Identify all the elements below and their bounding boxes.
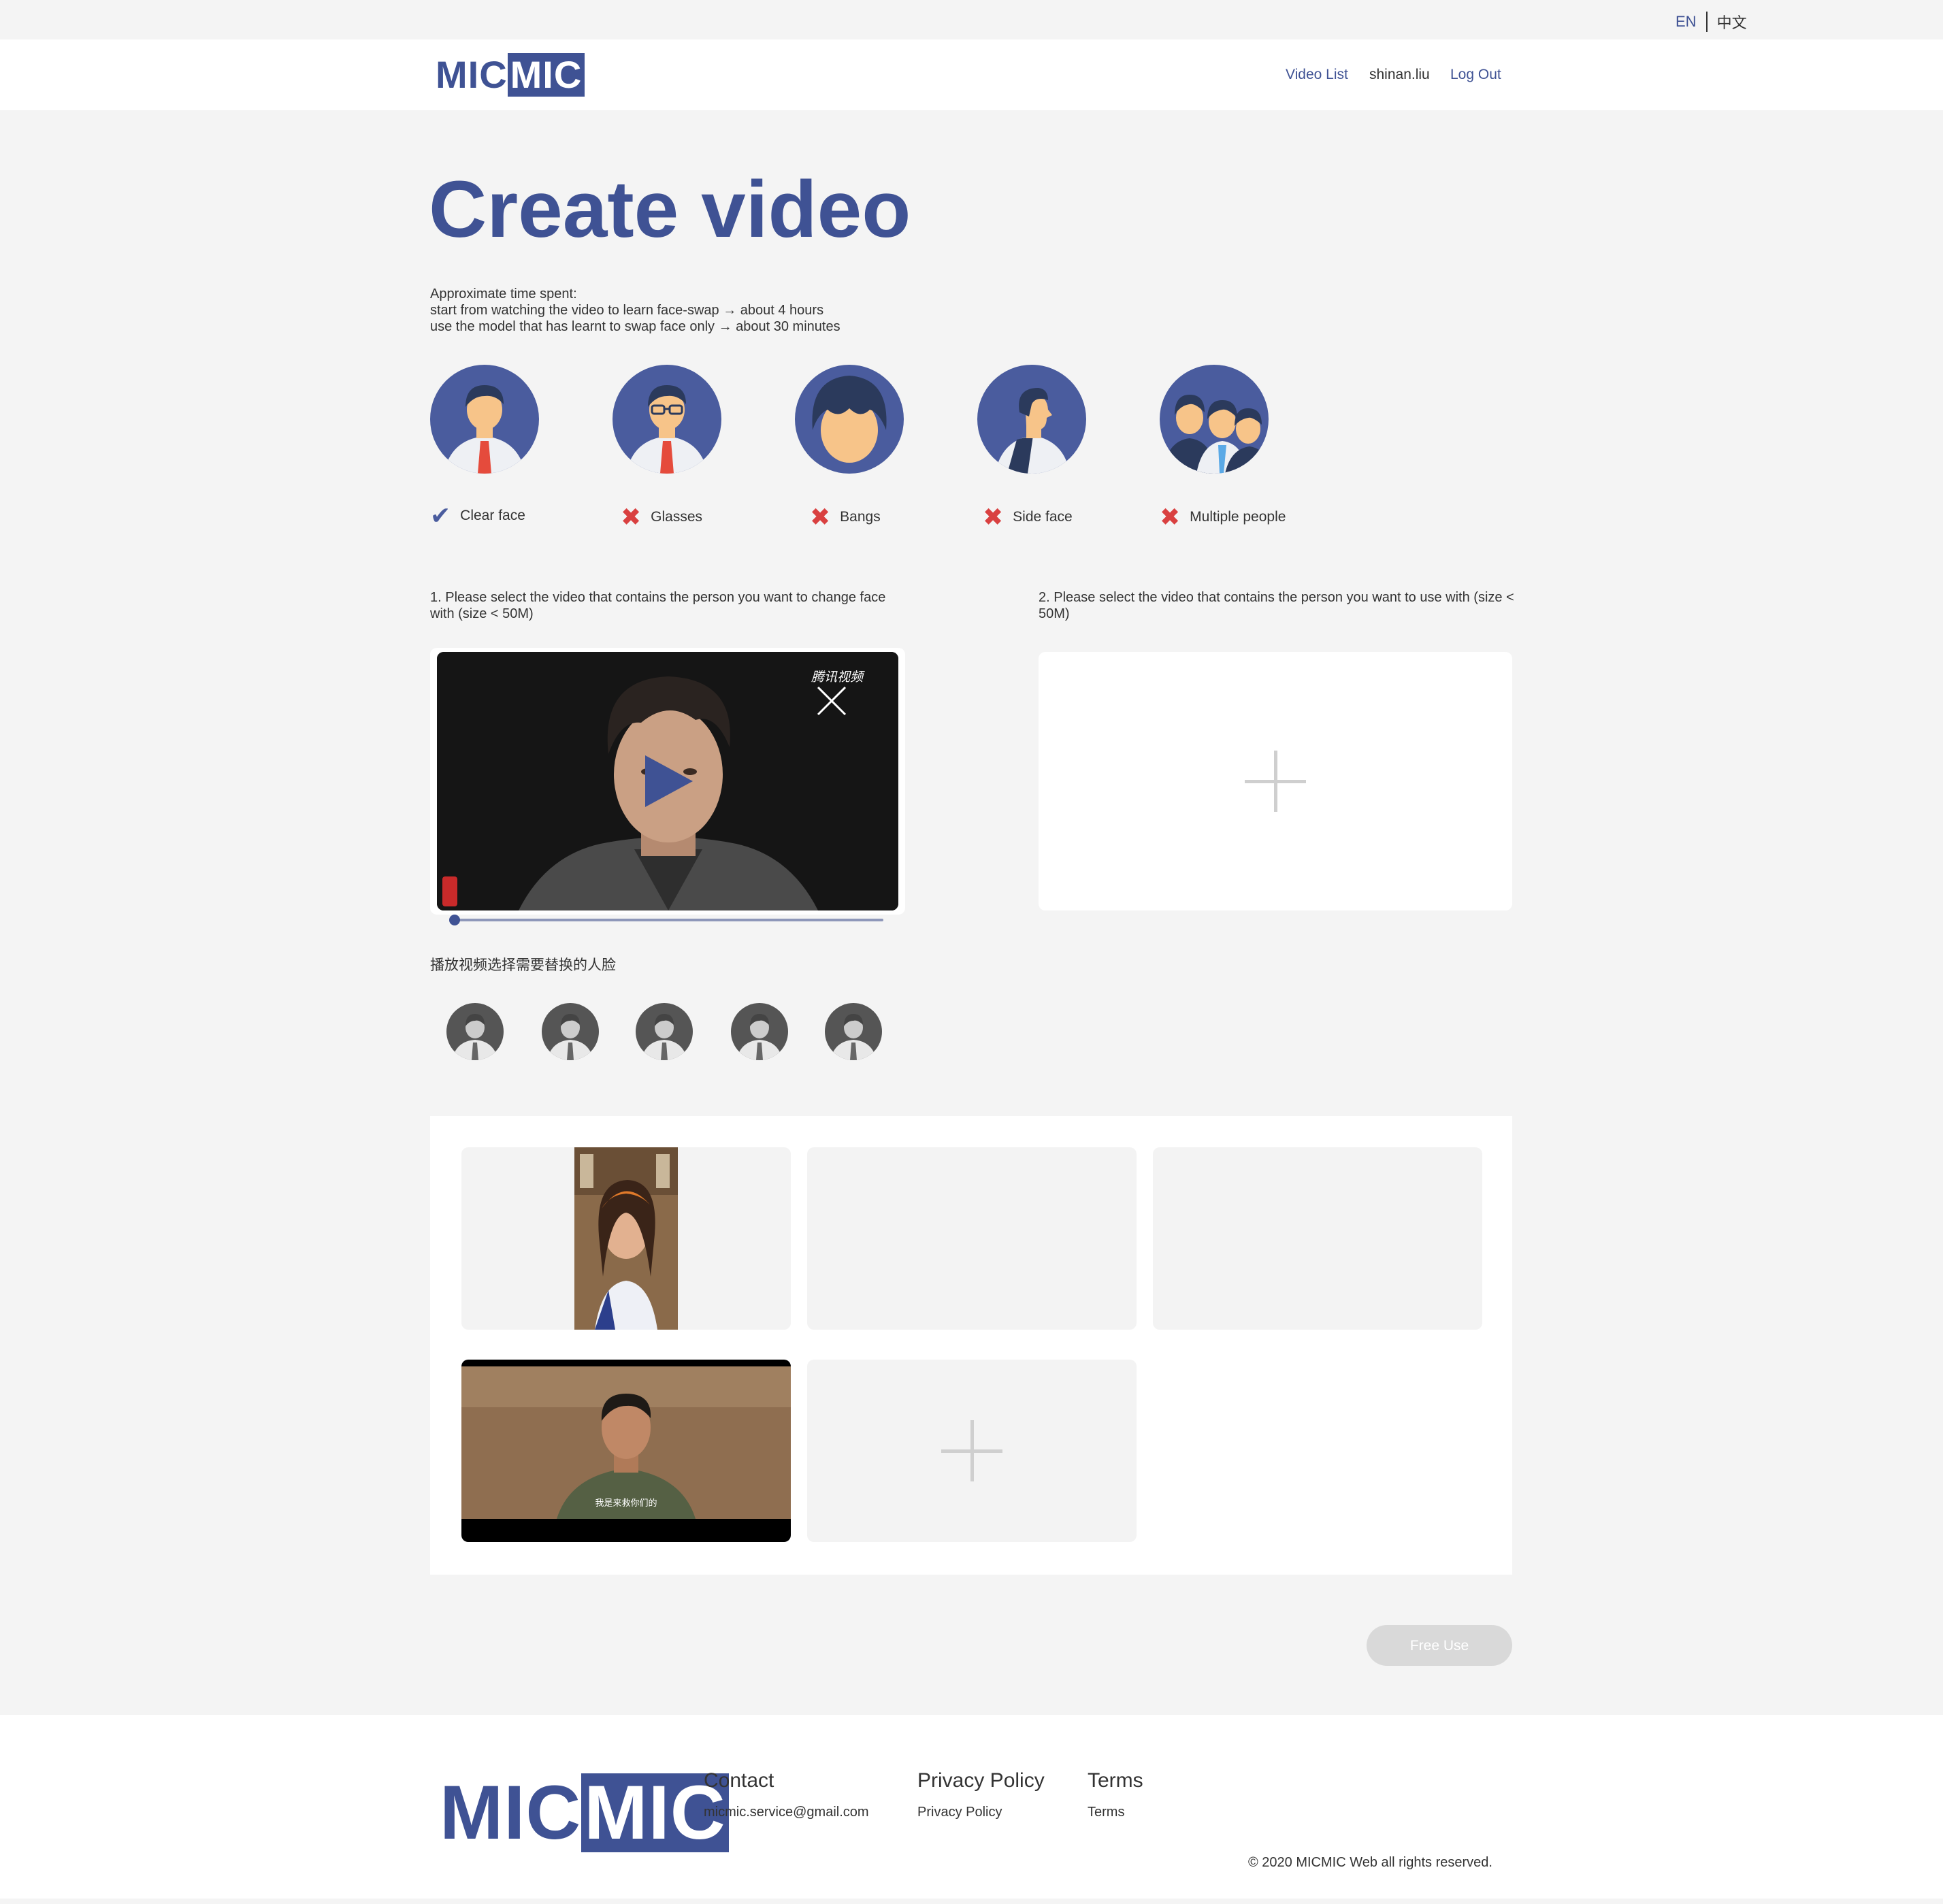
library-tile-3[interactable] (1153, 1147, 1482, 1330)
time-estimate: Approximate time spent: start from watch… (430, 286, 840, 335)
privacy-policy-link[interactable]: Privacy Policy (917, 1805, 1002, 1820)
video-player[interactable]: 腾讯视频 (437, 652, 898, 910)
clear-face-avatar-icon (430, 365, 539, 474)
close-icon[interactable] (815, 685, 848, 721)
cross-icon: ✖ (810, 503, 831, 531)
time-estimate-full: start from watching the video to learn f… (430, 303, 824, 318)
top-nav-bar: MICMIC Video List shinan.liu Log Out (0, 39, 1943, 110)
guide-label: Bangs (840, 509, 881, 525)
bangs-avatar-icon (795, 365, 904, 474)
library-tile-2[interactable] (807, 1147, 1137, 1330)
terms-link[interactable]: Terms (1088, 1805, 1124, 1820)
nav-video-list-link[interactable]: Video List (1286, 67, 1348, 83)
cross-icon: ✖ (621, 503, 642, 531)
guide-multiple-people: ✖ Multiple people (1160, 505, 1286, 529)
video-thumbnail (574, 1147, 678, 1330)
face-option-4[interactable] (731, 1003, 788, 1060)
lang-en-option[interactable]: EN (1676, 13, 1697, 31)
logo-right: MIC (507, 53, 585, 97)
face-option-1[interactable] (446, 1003, 504, 1060)
footer: MICMIC Contact micmic.service@gmail.com … (0, 1715, 1943, 1899)
time-estimate-model: use the model that has learnt to swap fa… (430, 319, 840, 334)
face-option-2[interactable] (542, 1003, 599, 1060)
cross-icon: ✖ (983, 503, 1004, 531)
progress-handle[interactable] (449, 915, 460, 925)
step-1-instructions: 1. Please select the video that contains… (430, 590, 886, 621)
contact-heading: Contact (704, 1769, 774, 1792)
guide-label: Side face (1013, 509, 1073, 525)
nav-logout-link[interactable]: Log Out (1450, 67, 1501, 83)
guide-label: Multiple people (1190, 509, 1286, 525)
time-estimate-heading: Approximate time spent: (430, 286, 577, 301)
language-switch: EN 中文 (1676, 11, 1747, 33)
library-tile-1[interactable] (461, 1147, 791, 1330)
add-library-video-button[interactable] (807, 1360, 1137, 1542)
upload-video-2-box[interactable] (1039, 652, 1512, 910)
guide-glasses: ✖ Glasses (621, 505, 702, 529)
terms-heading: Terms (1088, 1769, 1143, 1792)
footer-logo[interactable]: MICMIC (440, 1773, 729, 1852)
divider (1705, 12, 1708, 32)
logo[interactable]: MICMIC (436, 53, 585, 97)
face-option-5[interactable] (825, 1003, 882, 1060)
video-library: 我是来救你们的 (430, 1116, 1512, 1575)
video-thumbnail (461, 1366, 791, 1519)
cross-icon: ✖ (1160, 503, 1181, 531)
library-tile-4[interactable]: 我是来救你们的 (461, 1360, 791, 1542)
glasses-avatar-icon (613, 365, 721, 474)
guide-clear-face: ✔ Clear face (430, 504, 525, 528)
face-selection-label: 播放视频选择需要替换的人脸 (430, 957, 616, 973)
video-watermark: 腾讯视频 (811, 670, 864, 685)
logo-left: MIC (436, 53, 508, 96)
guide-side-face: ✖ Side face (983, 505, 1073, 529)
multiple-people-avatar-icon (1160, 365, 1269, 474)
privacy-heading: Privacy Policy (917, 1769, 1045, 1792)
check-icon: ✔ (430, 502, 451, 529)
video-progress-bar[interactable] (455, 919, 883, 921)
play-icon[interactable] (641, 753, 696, 813)
guide-label: Glasses (651, 509, 703, 525)
nav-username[interactable]: shinan.liu (1369, 67, 1430, 83)
page-title: Create video (429, 165, 911, 255)
face-option-3[interactable] (636, 1003, 693, 1060)
guide-label: Clear face (460, 508, 525, 523)
free-use-button[interactable]: Free Use (1367, 1625, 1512, 1666)
step-2-instructions: 2. Please select the video that contains… (1039, 590, 1514, 621)
side-face-avatar-icon (977, 365, 1086, 474)
lang-zh-option[interactable]: 中文 (1717, 11, 1747, 33)
video-subtitle: 我是来救你们的 (595, 1498, 657, 1508)
copyright: © 2020 MICMIC Web all rights reserved. (1248, 1855, 1492, 1870)
contact-email-link[interactable]: micmic.service@gmail.com (704, 1805, 869, 1820)
guide-bangs: ✖ Bangs (810, 505, 881, 529)
footer-logo-left: MIC (440, 1770, 582, 1855)
